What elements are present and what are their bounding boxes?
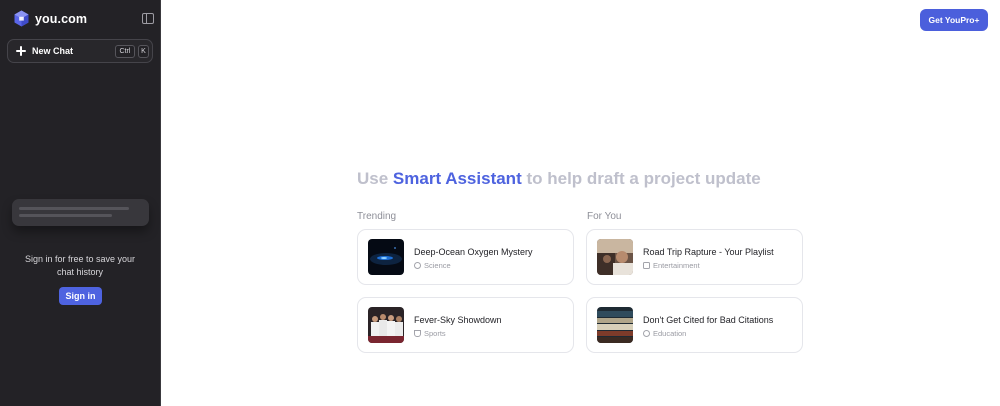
card-title: Fever-Sky Showdown: [414, 315, 502, 325]
film-icon: [643, 262, 650, 269]
trending-card[interactable]: Fever-Sky Showdown Sports: [357, 297, 574, 353]
you-logo-icon: [14, 10, 29, 27]
card-title: Road Trip Rapture - Your Playlist: [643, 247, 774, 257]
new-chat-label: New Chat: [32, 46, 74, 56]
sidebar-toggle-icon[interactable]: [142, 13, 154, 24]
ocean-thumbnail-icon: [368, 239, 404, 275]
sports-team-thumbnail-icon: [368, 307, 404, 343]
brand[interactable]: you.com: [13, 10, 87, 27]
new-chat-button[interactable]: New Chat Ctrl K: [7, 39, 153, 63]
chat-history-placeholder: [12, 199, 149, 226]
card-category: Education: [643, 329, 686, 338]
card-thumbnail: [597, 307, 633, 343]
trending-label: Trending: [357, 211, 397, 222]
category-label: Entertainment: [653, 261, 700, 270]
card-category: Sports: [414, 329, 446, 338]
globe-icon: [643, 330, 650, 337]
hero-suffix: to help draft a project update: [521, 169, 761, 188]
card-category: Science: [414, 261, 451, 270]
category-label: Science: [424, 261, 451, 270]
hero-prefix: Use: [357, 169, 393, 188]
card-thumbnail: [368, 239, 404, 275]
for-you-card[interactable]: Don't Get Cited for Bad Citations Educat…: [586, 297, 803, 353]
sign-in-button[interactable]: Sign in: [59, 287, 102, 305]
road-trip-thumbnail-icon: [597, 239, 633, 275]
for-you-card[interactable]: Road Trip Rapture - Your Playlist Entert…: [586, 229, 803, 285]
card-title: Deep-Ocean Oxygen Mystery: [414, 247, 533, 257]
trending-card[interactable]: Deep-Ocean Oxygen Mystery Science: [357, 229, 574, 285]
assistant-selector[interactable]: Smart Assistant: [393, 169, 522, 188]
card-thumbnail: [368, 307, 404, 343]
shortcut-ctrl-key: Ctrl: [115, 45, 135, 58]
placeholder-line: [19, 214, 112, 217]
for-you-label: For You: [587, 211, 622, 222]
get-youpro-button[interactable]: Get YouPro+: [920, 9, 988, 31]
category-label: Sports: [424, 329, 446, 338]
books-thumbnail-icon: [597, 307, 633, 343]
placeholder-line: [19, 207, 129, 210]
flask-icon: [414, 262, 421, 269]
shortcut-k-key: K: [138, 45, 149, 58]
plus-icon: [16, 46, 26, 56]
trophy-icon: [414, 330, 421, 337]
hero-headline: Use Smart Assistant to help draft a proj…: [357, 169, 761, 189]
sidebar: you.com New Chat Ctrl K Sign in for free…: [0, 0, 161, 406]
card-title: Don't Get Cited for Bad Citations: [643, 315, 774, 325]
brand-name: you.com: [35, 11, 88, 26]
card-category: Entertainment: [643, 261, 700, 270]
category-label: Education: [653, 329, 687, 338]
signin-message: Sign in for free to save your chat histo…: [24, 254, 136, 277]
card-thumbnail: [597, 239, 633, 275]
